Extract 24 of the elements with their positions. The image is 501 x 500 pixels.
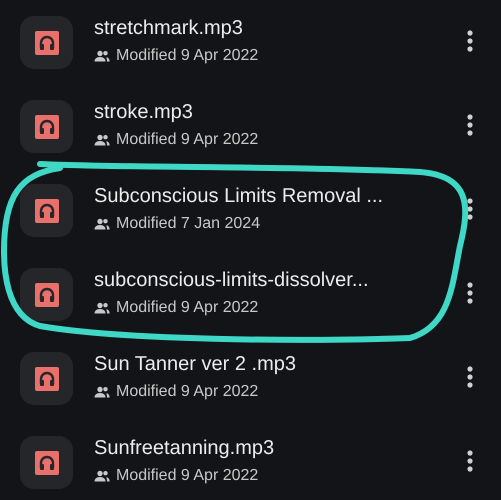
shared-people-icon [94,470,110,482]
file-name[interactable]: Subconscious Limits Removal ... [94,184,434,208]
shared-people-icon [94,218,110,230]
modified-date: Modified 9 Apr 2022 [116,46,258,66]
shared-people-icon [94,134,110,146]
headphones-icon [34,30,58,54]
modified-date: Modified 7 Jan 2024 [116,214,260,234]
modified-date: Modified 9 Apr 2022 [116,130,258,150]
headphones-icon [34,198,58,222]
file-name[interactable]: stroke.mp3 [94,100,434,124]
modified-date: Modified 9 Apr 2022 [116,298,258,318]
file-name[interactable]: stretchmark.mp3 [94,16,434,40]
file-name[interactable]: Sunfreetanning.mp3 [94,436,434,460]
modified-date: Modified 9 Apr 2022 [116,466,258,486]
headphones-icon [34,114,58,138]
headphones-icon [34,450,58,474]
headphones-icon [34,282,58,306]
file-name[interactable]: subconscious-limits-dissolver... [94,268,434,292]
shared-people-icon [94,50,110,62]
headphones-icon [34,366,58,390]
file-name[interactable]: Sun Tanner ver 2 .mp3 [94,352,434,376]
shared-people-icon [94,386,110,398]
shared-people-icon [94,302,110,314]
modified-date: Modified 9 Apr 2022 [116,382,258,402]
